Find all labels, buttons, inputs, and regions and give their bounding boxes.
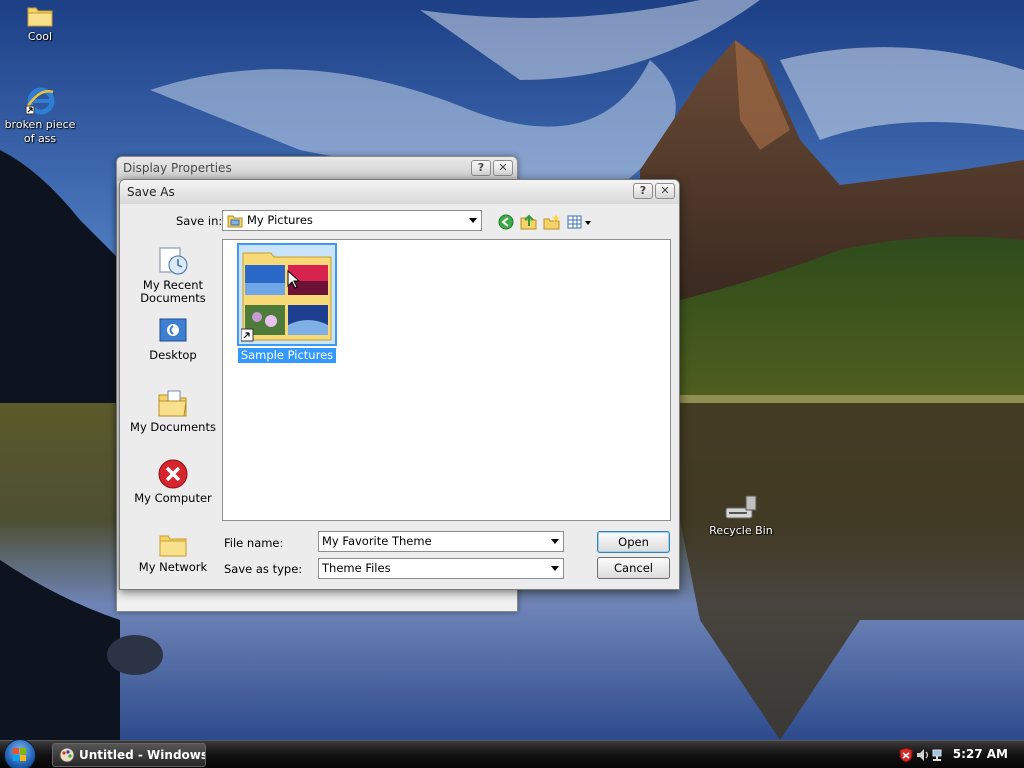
desktop-icon-internet-explorer[interactable]: broken piece of ass [0,86,80,146]
place-my-computer[interactable]: My Computer [128,458,218,505]
place-label: My Documents [130,420,216,434]
system-tray: 5:27 AM [894,741,1024,768]
save-as-type-value: Theme Files [322,561,391,575]
places-bar: My Recent Documents Desktop My Documents [128,239,218,584]
help-button[interactable]: ? [471,160,491,176]
save-as-titlebar[interactable]: Save As [120,180,679,204]
clock[interactable]: 5:27 AM [953,747,1008,761]
close-button[interactable]: ✕ [655,183,675,199]
start-button[interactable] [4,739,36,768]
cancel-button[interactable]: Cancel [597,557,670,579]
desktop-icon-label: broken piece of ass [4,118,76,145]
views-menu-icon[interactable] [566,212,594,232]
windows-logo-icon [13,748,26,761]
open-button[interactable]: Open [597,531,670,553]
taskbar: Untitled - Windows ... 5:27 AM [0,739,1024,768]
file-item-sample-pictures[interactable]: Sample Pictures [237,243,337,363]
file-name-value: My Favorite Theme [322,534,432,548]
paint-icon [59,747,75,763]
place-label: Desktop [149,348,197,362]
place-my-documents[interactable]: My Documents [128,387,218,434]
display-properties-titlebar[interactable]: Display Properties [117,157,517,181]
save-in-value: My Pictures [247,213,313,227]
save-as-type-label: Save as type: [224,562,303,576]
back-icon[interactable] [496,212,516,232]
save-as-type-dropdown[interactable]: Theme Files [318,558,564,579]
place-label: My Computer [134,491,212,505]
file-name-field-label: File name: [224,536,284,550]
my-documents-icon [158,390,187,417]
chevron-down-icon[interactable] [551,539,559,544]
place-label: My Recent Documents [140,278,206,305]
recycle-bin-icon [725,495,757,519]
my-pictures-folder-icon [227,215,243,228]
desktop-icon [159,318,187,342]
up-folder-icon[interactable] [519,212,539,232]
save-in-label: Save in: [176,214,223,228]
security-shield-icon[interactable] [899,747,913,763]
taskbar-item-label: Untitled - Windows ... [79,748,206,762]
chevron-down-icon[interactable] [469,218,477,223]
new-folder-icon[interactable] [542,212,562,232]
recent-documents-icon [159,247,188,275]
desktop-icon-label: Recycle Bin [709,524,773,537]
folder-icon [159,535,187,557]
desktop-icon-recycle-bin[interactable]: Recycle Bin [701,494,781,538]
taskbar-item-untitled[interactable]: Untitled - Windows ... [52,743,206,767]
window-title: Display Properties [123,161,232,175]
desktop-icon-label: Cool [27,30,53,43]
mouse-cursor-icon [287,270,301,289]
place-desktop[interactable]: Desktop [128,317,218,362]
desktop-icon-cool[interactable]: Cool [0,4,80,44]
help-button[interactable]: ? [633,183,653,199]
close-button[interactable]: ✕ [493,160,513,176]
file-list[interactable]: Sample Pictures [222,239,671,521]
volume-icon[interactable] [916,747,930,763]
file-name-field[interactable]: My Favorite Theme [318,531,564,552]
chevron-down-icon[interactable] [551,566,559,571]
internet-explorer-icon [25,87,55,115]
place-my-network[interactable]: My Network [128,531,218,574]
save-in-dropdown[interactable]: My Pictures [222,210,482,231]
network-icon[interactable] [931,747,945,763]
picture-folder-icon [237,243,337,346]
save-as-dialog[interactable]: Save As ? ✕ Save in: My Pictures My Rece… [119,179,680,590]
place-my-recent-documents[interactable]: My Recent Documents [128,245,218,305]
window-title: Save As [127,185,175,199]
folder-icon [27,7,53,27]
file-name-label: Sample Pictures [237,348,337,363]
place-label: My Network [138,560,208,574]
error-icon [158,459,188,489]
